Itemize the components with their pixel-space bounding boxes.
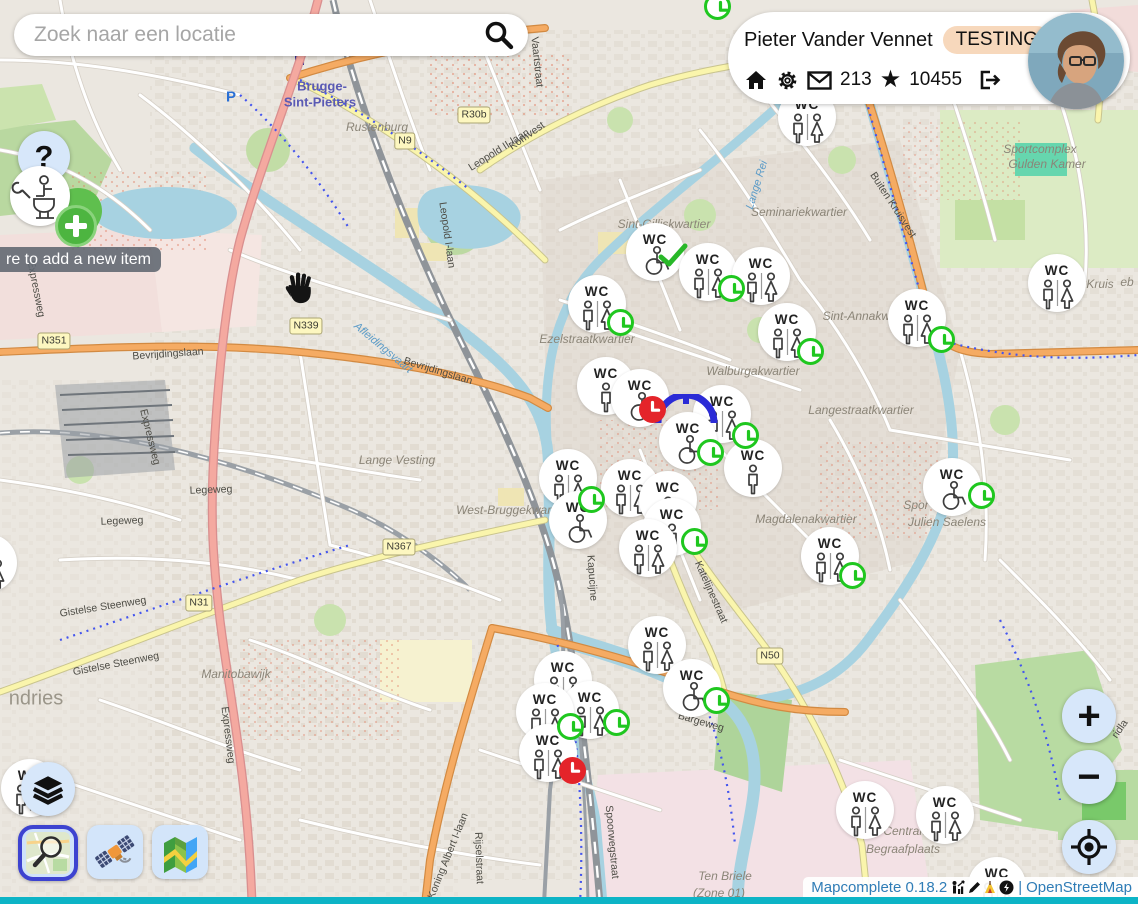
svg-text:WC: WC xyxy=(933,795,958,810)
user-avatar[interactable] xyxy=(1028,13,1124,109)
opening-hours-open-badge xyxy=(607,309,634,336)
layers-button[interactable] xyxy=(21,762,75,816)
svg-text:WC: WC xyxy=(533,692,558,707)
toilet-map-marker[interactable]: WC xyxy=(836,781,894,839)
opening-hours-open-badge xyxy=(732,422,759,449)
background-layer-switcher xyxy=(18,825,208,881)
avatar-photo xyxy=(1028,13,1124,109)
messages-count: 213 xyxy=(840,69,872,91)
bottom-accent-bar xyxy=(0,897,1138,904)
opening-hours-open-badge xyxy=(968,482,995,509)
attribution-icons xyxy=(951,880,1014,895)
zoom-in-label: + xyxy=(1077,694,1100,739)
toilet-map-marker[interactable]: WC xyxy=(0,534,17,592)
gear-icon[interactable] xyxy=(776,69,799,92)
svg-text:WC: WC xyxy=(636,528,661,543)
search-input[interactable] xyxy=(32,22,484,48)
zoom-out-label: − xyxy=(1077,755,1100,800)
add-item-plus-button[interactable] xyxy=(55,205,97,247)
opening-hours-closed-badge xyxy=(559,757,586,784)
opening-hours-open-badge xyxy=(718,275,745,302)
toilets-mw-icon: WC xyxy=(1028,254,1086,312)
matrix-icon[interactable] xyxy=(999,880,1014,895)
opening-hours-open-badge xyxy=(704,0,731,20)
add-item-tooltip: re to add a new item xyxy=(0,247,161,272)
home-icon[interactable] xyxy=(744,68,768,92)
satellite-icon xyxy=(93,831,137,873)
layers-icon xyxy=(31,772,65,806)
zoom-in-button[interactable]: + xyxy=(1062,689,1116,743)
background-map-button[interactable] xyxy=(152,825,208,879)
opening-hours-open-badge xyxy=(797,338,824,365)
zoom-out-button[interactable]: − xyxy=(1062,750,1116,804)
theme-mini-icon[interactable] xyxy=(983,880,998,895)
toilet-map-marker[interactable]: WC xyxy=(916,786,974,844)
svg-text:WC: WC xyxy=(775,312,800,327)
svg-text:WC: WC xyxy=(556,458,581,473)
svg-text:WC: WC xyxy=(585,284,610,299)
opening-hours-closed-badge xyxy=(639,396,666,423)
opening-hours-open-badge xyxy=(839,562,866,589)
messages-icon[interactable] xyxy=(807,71,832,90)
logout-icon[interactable] xyxy=(976,68,1001,92)
edit-pencil-icon[interactable] xyxy=(967,880,982,895)
toilets-mw-icon: WC xyxy=(836,781,894,839)
map-markers-layer: WC WC WC WC WC WC WC xyxy=(0,0,1138,904)
toilet-map-marker[interactable]: WC xyxy=(1028,254,1086,312)
background-osm-carto-button[interactable] xyxy=(18,825,78,881)
search-icon[interactable] xyxy=(484,20,514,50)
svg-text:WC: WC xyxy=(905,298,930,313)
svg-text:WC: WC xyxy=(551,660,576,675)
opening-hours-open-badge xyxy=(557,713,584,740)
toilet-map-marker[interactable]: WC xyxy=(619,519,677,577)
osm-attribution-link[interactable]: OpenStreetMap xyxy=(1026,879,1132,896)
changeset-count: 10455 xyxy=(909,69,962,91)
crosshair-icon xyxy=(1071,829,1107,865)
star-icon: ★ xyxy=(880,68,902,92)
svg-text:WC: WC xyxy=(536,733,561,748)
svg-text:WC: WC xyxy=(1045,263,1070,278)
opening-hours-open-badge xyxy=(697,439,724,466)
toilets-mw-icon: WC xyxy=(619,519,677,577)
tooltip-text: re to add a new item xyxy=(6,251,151,269)
attribution-app-link[interactable]: Mapcomplete 0.18.2 xyxy=(811,879,947,896)
osm-carto-icon xyxy=(25,831,71,875)
location-search-bar[interactable] xyxy=(14,14,528,56)
svg-text:WC: WC xyxy=(853,790,878,805)
svg-text:WC: WC xyxy=(818,536,843,551)
svg-text:WC: WC xyxy=(656,480,681,495)
toilets-mw-icon: WC xyxy=(916,786,974,844)
toilet-map-marker[interactable]: WC xyxy=(626,223,684,281)
hand-cursor-icon xyxy=(284,271,314,305)
user-name: Pieter Vander Vennet xyxy=(744,29,933,52)
svg-text:WC: WC xyxy=(749,256,774,271)
opening-hours-open-badge xyxy=(578,486,605,513)
toilets-mw-icon: WC xyxy=(0,534,17,592)
svg-text:WC: WC xyxy=(645,625,670,640)
opening-hours-open-badge xyxy=(681,528,708,555)
mapcomplete-app: N9R30bN376N339N351N367N31N50Brugge-Sint-… xyxy=(0,0,1138,904)
opening-hours-open-badge xyxy=(603,709,630,736)
attribution-bar[interactable]: Mapcomplete 0.18.2 | OpenStreetMap xyxy=(803,877,1138,897)
opening-hours-open-badge xyxy=(703,687,730,714)
svg-text:WC: WC xyxy=(680,668,705,683)
background-satellite-button[interactable] xyxy=(87,825,143,879)
svg-text:WC: WC xyxy=(578,690,603,705)
attribution-divider: | xyxy=(1018,879,1022,896)
svg-text:WC: WC xyxy=(696,252,721,267)
svg-text:WC: WC xyxy=(628,378,653,393)
folded-map-icon xyxy=(158,831,202,873)
svg-text:WC: WC xyxy=(940,467,965,482)
statistics-icon[interactable] xyxy=(951,880,966,895)
opening-hours-open-badge xyxy=(928,326,955,353)
geolocate-button[interactable] xyxy=(1062,820,1116,874)
